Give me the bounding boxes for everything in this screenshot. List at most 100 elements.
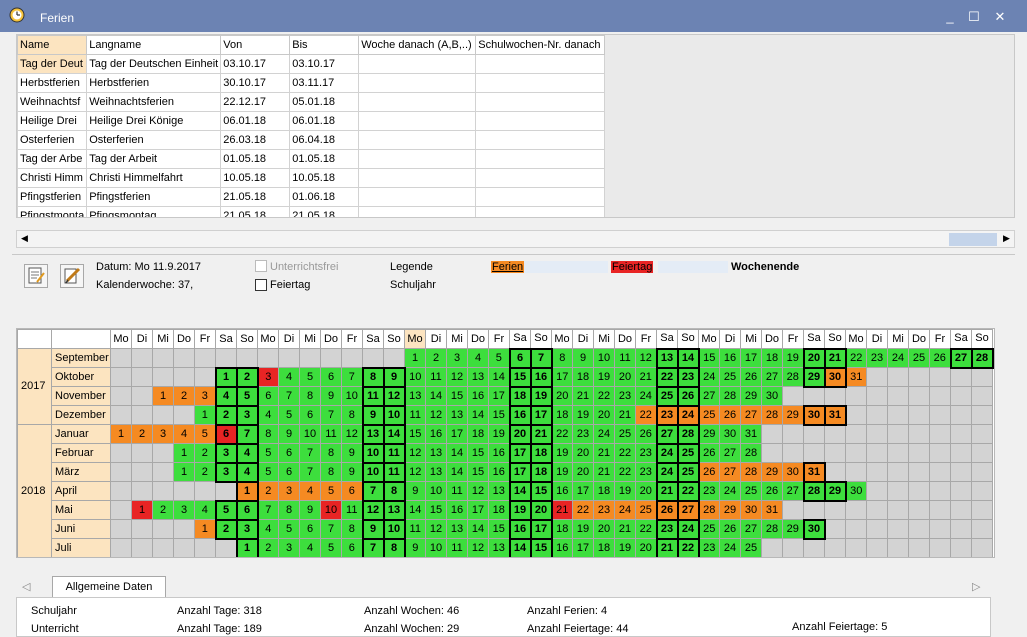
calendar-day-cell[interactable]: 15 [467, 443, 489, 463]
calendar-day-cell[interactable]: 8 [382, 480, 406, 502]
calendar-day-cell[interactable]: 8 [278, 500, 300, 520]
calendar-day-cell[interactable]: 25 [676, 461, 700, 483]
calendar-day-cell[interactable]: 22 [593, 386, 615, 406]
calendar-day-cell[interactable]: 20 [508, 423, 532, 445]
calendar-day-cell[interactable]: 14 [467, 519, 489, 539]
cell-von[interactable]: 26.03.18 [220, 130, 291, 150]
calendar-day-cell[interactable]: 8 [551, 348, 573, 368]
cell-langname[interactable]: Tag der Deutschen Einheit [86, 54, 222, 74]
calendar-day-cell[interactable]: 10 [361, 461, 385, 483]
calendar-day-cell[interactable]: 13 [361, 423, 385, 445]
col-header-bis[interactable]: Bis [289, 35, 360, 55]
cell-langname[interactable]: Herbstferien [86, 73, 222, 93]
calendar-day-cell[interactable]: 1 [152, 386, 174, 406]
calendar-day-cell[interactable]: 17 [551, 367, 573, 387]
calendar-day-cell[interactable]: 5 [320, 481, 342, 501]
calendar-day-cell[interactable]: 8 [361, 366, 385, 388]
calendar-day-cell[interactable]: 12 [635, 348, 657, 368]
calendar-day-cell[interactable]: 10 [593, 348, 615, 368]
cell-schulwochen-nr[interactable] [475, 206, 606, 217]
calendar-day-cell[interactable]: 14 [508, 480, 532, 502]
grid-row[interactable]: Pfingstmonta Pfingsmontag 21.05.18 21.05.18 [17, 206, 606, 217]
calendar-day-cell[interactable]: 15 [425, 500, 447, 520]
calendar-day-cell[interactable]: 19 [593, 367, 615, 387]
calendar-day-cell[interactable]: 6 [278, 443, 300, 463]
calendar-day-cell[interactable]: 23 [698, 538, 720, 557]
cell-schulwochen-nr[interactable] [475, 92, 606, 112]
calendar-day-cell[interactable]: 12 [467, 538, 489, 557]
cell-langname[interactable]: Christi Himmelfahrt [86, 168, 222, 188]
calendar-day-cell[interactable]: 30 [719, 424, 741, 444]
calendar-day-cell[interactable]: 27 [740, 519, 762, 539]
calendar-day-cell[interactable]: 17 [446, 424, 468, 444]
col-header-name[interactable]: Name [17, 35, 88, 55]
cell-von[interactable]: 22.12.17 [220, 92, 291, 112]
calendar-day-cell[interactable]: 15 [529, 537, 553, 557]
col-header-von[interactable]: Von [220, 35, 291, 55]
calendar-day-cell[interactable]: 20 [635, 538, 657, 557]
calendar-day-cell[interactable]: 4 [214, 385, 238, 407]
calendar-day-cell[interactable]: 12 [341, 424, 363, 444]
calendar-day-cell[interactable]: 1 [110, 424, 132, 444]
calendar-day-cell[interactable]: 7 [361, 537, 385, 557]
calendar-day-cell[interactable]: 23 [655, 518, 679, 540]
calendar-day-cell[interactable]: 6 [278, 462, 300, 482]
calendar-day-cell[interactable]: 17 [572, 538, 594, 557]
calendar-day-cell[interactable]: 8 [299, 386, 321, 406]
calendar-day-cell[interactable]: 14 [488, 367, 510, 387]
calendar-day-cell[interactable]: 18 [572, 367, 594, 387]
calendar-day-cell[interactable]: 20 [614, 367, 636, 387]
calendar-day-cell[interactable]: 12 [425, 405, 447, 425]
cell-langname[interactable]: Osterferien [86, 130, 222, 150]
calendar-day-cell[interactable]: 24 [593, 424, 615, 444]
calendar-day-cell[interactable]: 22 [614, 462, 636, 482]
calendar-day-cell[interactable]: 16 [508, 404, 532, 426]
calendar-day-cell[interactable]: 24 [719, 481, 741, 501]
cell-bis[interactable]: 21.05.18 [289, 206, 360, 217]
cell-langname[interactable]: Pfingstferien [86, 187, 222, 207]
calendar-day-cell[interactable]: 13 [655, 347, 679, 369]
calendar-day-cell[interactable]: 26 [719, 405, 741, 425]
scroll-left-icon[interactable]: ◀ [21, 233, 28, 244]
calendar-day-cell[interactable]: 30 [802, 404, 826, 426]
calendar-day-cell[interactable]: 4 [194, 500, 216, 520]
calendar-day-cell[interactable]: 10 [299, 424, 321, 444]
cell-schulwochen-nr[interactable] [475, 130, 606, 150]
calendar-day-cell[interactable]: 7 [299, 462, 321, 482]
calendar-day-cell[interactable]: 11 [382, 442, 406, 464]
calendar-day-cell[interactable]: 20 [593, 519, 615, 539]
calendar-day-cell[interactable]: 23 [593, 500, 615, 520]
cell-schulwochen-nr[interactable] [475, 149, 606, 169]
calendar-day-cell[interactable]: 5 [278, 405, 300, 425]
calendar-day-cell[interactable]: 9 [572, 348, 594, 368]
calendar-day-cell[interactable]: 10 [425, 538, 447, 557]
calendar-day-cell[interactable]: 19 [529, 385, 553, 407]
calendar-day-cell[interactable]: 29 [698, 424, 720, 444]
calendar-day-cell[interactable]: 9 [299, 500, 321, 520]
calendar-day-cell[interactable]: 18 [529, 461, 553, 483]
calendar-day-cell[interactable]: 15 [488, 405, 510, 425]
calendar-day-cell[interactable]: 26 [676, 385, 700, 407]
calendar-day-cell[interactable]: 2 [131, 424, 153, 444]
calendar-day-cell[interactable]: 11 [320, 424, 342, 444]
calendar-day-cell[interactable]: 5 [214, 499, 238, 521]
calendar-day-cell[interactable]: 4 [467, 348, 489, 368]
calendar-day-cell[interactable]: 17 [508, 442, 532, 464]
calendar-day-cell[interactable]: 14 [508, 537, 532, 557]
calendar-day-cell[interactable]: 5 [278, 519, 300, 539]
calendar-day-cell[interactable]: 16 [719, 348, 741, 368]
calendar-day-cell[interactable]: 21 [823, 347, 847, 369]
calendar-day-cell[interactable]: 28 [719, 386, 741, 406]
notepad-button[interactable] [24, 264, 48, 288]
calendar-day-cell[interactable]: 1 [404, 348, 426, 368]
grid-row[interactable]: Tag der Deut Tag der Deutschen Einheit 03.… [17, 54, 606, 74]
calendar-day-cell[interactable]: 13 [446, 519, 468, 539]
calendar-day-cell[interactable]: 11 [404, 519, 426, 539]
calendar-day-cell[interactable]: 5 [257, 462, 279, 482]
calendar-day-cell[interactable]: 21 [593, 443, 615, 463]
calendar-day-cell[interactable]: 27 [740, 405, 762, 425]
calendar-day-cell[interactable]: 25 [614, 424, 636, 444]
calendar-day-cell[interactable]: 18 [508, 385, 532, 407]
cell-bis[interactable]: 03.11.17 [289, 73, 360, 93]
calendar-day-cell[interactable]: 18 [529, 442, 553, 464]
